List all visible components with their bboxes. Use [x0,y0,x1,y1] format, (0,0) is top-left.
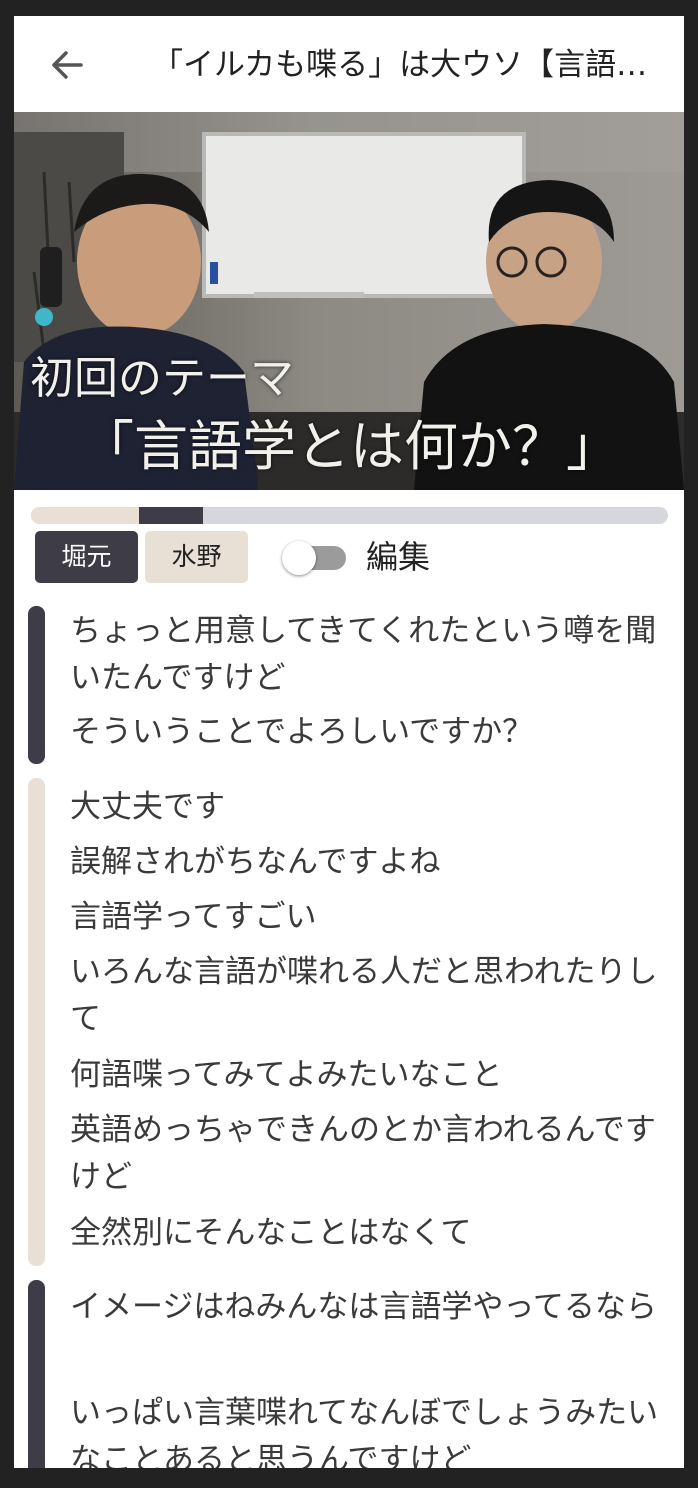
transcript-line[interactable]: 誤解されがちなんですよね [70,839,670,886]
transcript-block-horimoto[interactable]: ちょっと用意してきてくれたという噂を聞いたんですけど そういうことでよろしいです… [28,606,670,764]
transcript-block-mizuno[interactable]: 大丈夫です 誤解されがちなんですよね 言語学ってすごい いろんな言語が喋れる人だ… [28,778,670,1266]
back-button[interactable] [44,42,90,88]
video-caption-line2: 「言語学とは何か？」 [80,415,620,478]
speaker-bar [28,1280,45,1468]
transcript-line[interactable]: そういうことでよろしいですか？ [70,709,670,756]
transcript-line[interactable]: 英語めっちゃできんのとか言われるんですけど [70,1107,670,1201]
timeline-segment-horimoto[interactable] [139,507,203,524]
speaker-chip-mizuno[interactable]: 水野 [145,531,248,583]
app-screen: 「イルカも喋る」は大ウソ【言語学とは何か？】 [14,16,684,1468]
video-player[interactable]: 初回のテーマ 「言語学とは何か？」 [14,112,684,490]
transcript-block-horimoto-2[interactable]: イメージはねみんなは言語学やってるなら いっぱい言葉喋れてなんぼでしょうみたいな… [28,1280,670,1468]
speaker-bar [28,606,45,764]
toggle-knob [282,541,316,575]
transcript-line[interactable]: 全然別にそんなことはなくて [70,1210,670,1257]
transcript-line[interactable]: イメージはねみんなは言語学やってるなら [70,1284,670,1331]
transcript-line[interactable]: いろんな言語が喋れる人だと思われたりして [70,949,670,1043]
edit-label: 編集 [366,538,431,576]
transcript-line[interactable]: 何語喋ってみてよみたいなこと [70,1052,670,1099]
page-title: 「イルカも喋る」は大ウソ【言語学とは何か？】 [152,47,652,83]
edit-toggle[interactable] [282,541,348,575]
speaker-bar [28,778,45,1266]
speaker-chip-horimoto[interactable]: 堀元 [35,531,138,583]
app-bar: 「イルカも喋る」は大ウソ【言語学とは何か？】 [14,16,684,112]
video-caption-line1: 初回のテーマ [30,353,294,404]
transcript-line[interactable]: いっぱい言葉喋れてなんぼでしょうみたいなことあると思うんですけど [70,1390,670,1468]
arrow-left-icon [52,51,83,79]
speaker-timeline-bar[interactable] [31,507,668,524]
transcript-line[interactable]: 大丈夫です [70,784,670,831]
transcript-line[interactable]: 言語学ってすごい [70,894,670,941]
timeline-segment-mizuno[interactable] [31,507,140,524]
transcript-line[interactable]: ちょっと用意してきてくれたという噂を聞いたんですけど [70,608,670,702]
